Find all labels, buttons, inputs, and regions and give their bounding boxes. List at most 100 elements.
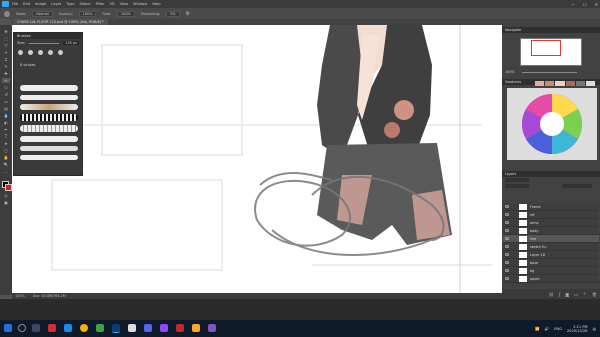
windows-start-icon[interactable]	[4, 324, 12, 332]
layers-panel-title[interactable]: Layers	[502, 171, 600, 177]
move-tool-icon[interactable]: ✥	[2, 29, 10, 34]
eraser-tool-icon[interactable]: ▭	[2, 99, 10, 104]
brush-stroke-preview[interactable]	[20, 114, 78, 121]
fx-icon[interactable]: ƒ	[559, 292, 560, 297]
eye-icon[interactable]	[505, 253, 509, 256]
layer-row[interactable]: body	[503, 227, 599, 235]
quick-mask-icon[interactable]: ◎	[2, 193, 10, 198]
brush-tool-icon[interactable]: ✏	[2, 78, 10, 83]
doc-info[interactable]: Doc: 45.8M/764.2M	[33, 294, 66, 298]
new-layer-icon[interactable]: ＋	[583, 291, 587, 297]
screen-mode-icon[interactable]: ▣	[2, 200, 10, 205]
menu-item-help[interactable]: Help	[152, 2, 160, 6]
eye-icon[interactable]	[505, 229, 509, 232]
brush-stroke-preview[interactable]	[20, 85, 78, 91]
app-icon[interactable]	[208, 324, 216, 332]
menu-item-3d[interactable]: 3D	[110, 2, 115, 6]
path-select-tool-icon[interactable]: ➤	[2, 141, 10, 146]
brush-tool-icon[interactable]	[4, 10, 10, 17]
brush-stroke-preview[interactable]	[20, 95, 78, 100]
app-icon[interactable]	[64, 324, 72, 332]
layer-row[interactable]: Frame	[503, 203, 599, 211]
folder-icon[interactable]: ▭	[574, 292, 578, 297]
opacity-input[interactable]: 100%	[78, 10, 97, 17]
menu-item-edit[interactable]: Edit	[23, 2, 30, 6]
swatch[interactable]	[575, 81, 585, 86]
minimize-icon[interactable]: —	[571, 2, 575, 7]
brush-stroke-preview[interactable]	[20, 136, 78, 142]
photoshop-taskbar-icon[interactable]	[112, 324, 120, 333]
history-brush-tool-icon[interactable]: ↺	[2, 92, 10, 97]
navigator-zoom[interactable]: 100%	[505, 70, 515, 74]
clock[interactable]: 2:11 PM 2020/10/28	[567, 325, 588, 333]
brush-stroke-preview[interactable]	[20, 146, 78, 151]
language-indicator[interactable]: ENG	[554, 327, 562, 331]
swatch[interactable]	[565, 81, 575, 86]
swatch[interactable]	[535, 81, 545, 86]
folder-icon[interactable]	[192, 324, 200, 332]
brush-preset-icon[interactable]	[48, 49, 53, 55]
brush-size-slider[interactable]	[29, 42, 60, 44]
brush-stroke-preview[interactable]	[20, 104, 78, 110]
volume-icon[interactable]: 🔊	[545, 327, 549, 331]
menu-item-type[interactable]: Type	[66, 2, 74, 6]
link-icon[interactable]: ⛓	[549, 292, 554, 297]
app-icon[interactable]	[48, 324, 56, 332]
navigator-view-box[interactable]	[531, 40, 561, 56]
swatch[interactable]	[585, 81, 596, 86]
brush-size-value[interactable]: 135 px	[63, 41, 79, 45]
menu-item-filter[interactable]: Filter	[96, 2, 105, 6]
zoom-tool-icon[interactable]: 🔍	[2, 162, 10, 167]
magic-wand-tool-icon[interactable]: ✦	[2, 50, 10, 55]
brush-preset-icon[interactable]	[18, 49, 23, 55]
eye-icon[interactable]	[505, 237, 509, 240]
dodge-tool-icon[interactable]: ◐	[2, 120, 10, 125]
document-canvas[interactable]	[12, 25, 502, 293]
navigator-panel-title[interactable]: Navigator	[502, 27, 600, 33]
blur-tool-icon[interactable]: 💧	[2, 113, 10, 118]
marquee-tool-icon[interactable]: ⬚	[2, 36, 10, 41]
layer-row-selected[interactable]: line	[503, 235, 599, 243]
type-tool-icon[interactable]: T	[2, 134, 10, 139]
layer-row[interactable]: Layer 18	[503, 251, 599, 259]
eye-icon[interactable]	[505, 213, 509, 216]
swatch[interactable]	[555, 81, 565, 86]
eyedropper-tool-icon[interactable]: ✎	[2, 64, 10, 69]
smoothing-input[interactable]: 0%	[166, 10, 180, 17]
shape-tool-icon[interactable]: ▢	[2, 148, 10, 153]
eye-icon[interactable]	[505, 261, 509, 264]
maximize-icon[interactable]: ☐	[583, 2, 587, 7]
mode-select[interactable]: Normal	[32, 10, 53, 17]
menu-item-view[interactable]: View	[120, 2, 129, 6]
layer-row[interactable]: ref	[503, 211, 599, 219]
menu-item-image[interactable]: Image	[35, 2, 46, 6]
menu-item-select[interactable]: Select	[80, 2, 91, 6]
brush-preset-icon[interactable]	[58, 49, 63, 55]
task-view-icon[interactable]	[32, 324, 40, 332]
close-icon[interactable]: ✕	[595, 2, 598, 7]
app-icon[interactable]	[96, 324, 104, 332]
brush-preset-icon[interactable]	[38, 49, 43, 55]
layer-row[interactable]: sketch Eu	[503, 243, 599, 251]
pen-tool-icon[interactable]: ✒	[2, 127, 10, 132]
more-tools-icon[interactable]: …	[2, 169, 10, 174]
eye-icon[interactable]	[505, 205, 509, 208]
layer-row[interactable]: arms	[503, 219, 599, 227]
eye-icon[interactable]	[505, 269, 509, 272]
healing-tool-icon[interactable]: ✚	[2, 71, 10, 76]
brush-preset-icon[interactable]	[28, 49, 33, 55]
eye-icon[interactable]	[505, 277, 509, 280]
color-wheel[interactable]	[512, 92, 592, 156]
brush-folder[interactable]: 8 strokes	[14, 63, 82, 68]
search-icon[interactable]	[18, 324, 26, 332]
layer-blend-mode[interactable]	[505, 184, 529, 188]
eye-icon[interactable]	[505, 245, 509, 248]
stamp-tool-icon[interactable]: ⎔	[2, 85, 10, 90]
crop-tool-icon[interactable]: ⌗	[2, 57, 10, 62]
notification-icon[interactable]: ▤	[593, 327, 596, 331]
trash-icon[interactable]: 🗑	[592, 292, 597, 297]
discord-icon[interactable]	[144, 324, 152, 332]
layer-opacity[interactable]	[562, 184, 592, 188]
mask-icon[interactable]: ◙	[565, 292, 569, 297]
eye-icon[interactable]	[505, 221, 509, 224]
